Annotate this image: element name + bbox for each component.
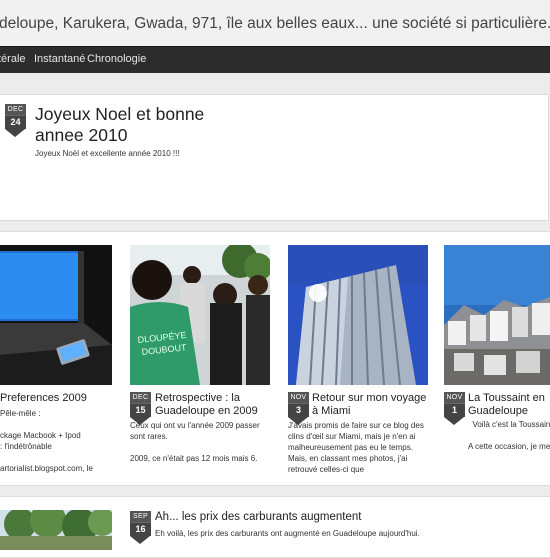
post-thumbnail[interactable] <box>0 510 112 550</box>
date-badge: DEC 24 <box>5 104 26 137</box>
card-excerpt: Voilà c'est la Toussaint A cette occasio… <box>468 420 550 451</box>
date-month: SEP <box>130 511 151 522</box>
tree-photo-icon <box>0 510 112 550</box>
cemetery-photo-icon <box>444 245 550 385</box>
date-badge: SEP 16 <box>130 511 151 544</box>
view-nav-bar: térale Instantané Chronologie <box>0 46 550 73</box>
date-month: DEC <box>5 104 26 115</box>
blog-header: deloupe, Karukera, Gwada, 971, île aux b… <box>0 0 550 46</box>
card-excerpt: Ceux qui ont vu l'année 2009 passer sont… <box>130 421 260 463</box>
blog-title[interactable]: deloupe, Karukera, Gwada, 971, île aux b… <box>0 15 550 33</box>
post-thumbnail[interactable] <box>444 245 550 385</box>
post-excerpt: Joyeux Noël et excellente année 2010 !!! <box>35 149 180 158</box>
card-title[interactable]: Retour sur mon voyage à Miami <box>312 392 428 418</box>
date-month: NOV <box>288 392 309 403</box>
date-badge: NOV 1 <box>444 392 465 425</box>
card-excerpt: J'avais promis de faire sur ce blog des … <box>288 421 424 474</box>
date-month: NOV <box>444 392 465 403</box>
nav-item-laterale[interactable]: térale <box>0 53 26 65</box>
post-title[interactable]: Joyeux Noel et bonne annee 2010 <box>35 104 255 146</box>
post-thumbnail[interactable] <box>0 245 112 385</box>
date-day: 15 <box>130 403 151 417</box>
date-month: DEC <box>130 392 151 403</box>
date-day: 3 <box>288 403 309 417</box>
card-title[interactable]: Retrospective : la Guadeloupe en 2009 <box>155 392 270 418</box>
building-photo-icon <box>288 245 428 385</box>
date-day: 16 <box>130 522 151 536</box>
nav-item-instantane[interactable]: Instantané <box>34 53 85 65</box>
date-day: 1 <box>444 403 465 417</box>
nav-item-chronologie[interactable]: Chronologie <box>87 53 146 65</box>
post-excerpt: Eh voilà, les prix des carburants ont au… <box>155 529 420 538</box>
post-thumbnail[interactable] <box>288 245 428 385</box>
card-title[interactable]: Preferences 2009 <box>0 392 112 405</box>
crowd-photo-icon: DLOUPÉYE DOUBOUT <box>130 245 270 385</box>
card-excerpt: Pêle-mêle : ckage Macbook + Ipod : l'ind… <box>0 409 93 473</box>
post-thumbnail[interactable]: DLOUPÉYE DOUBOUT <box>130 245 270 385</box>
card-excerpt-lead: Voilà c'est la Toussaint A cette occasio… <box>468 408 550 452</box>
post-title[interactable]: Ah... les prix des carburants augmentent <box>155 511 361 523</box>
laptop-photo-icon <box>0 245 112 385</box>
date-day: 24 <box>5 115 26 129</box>
